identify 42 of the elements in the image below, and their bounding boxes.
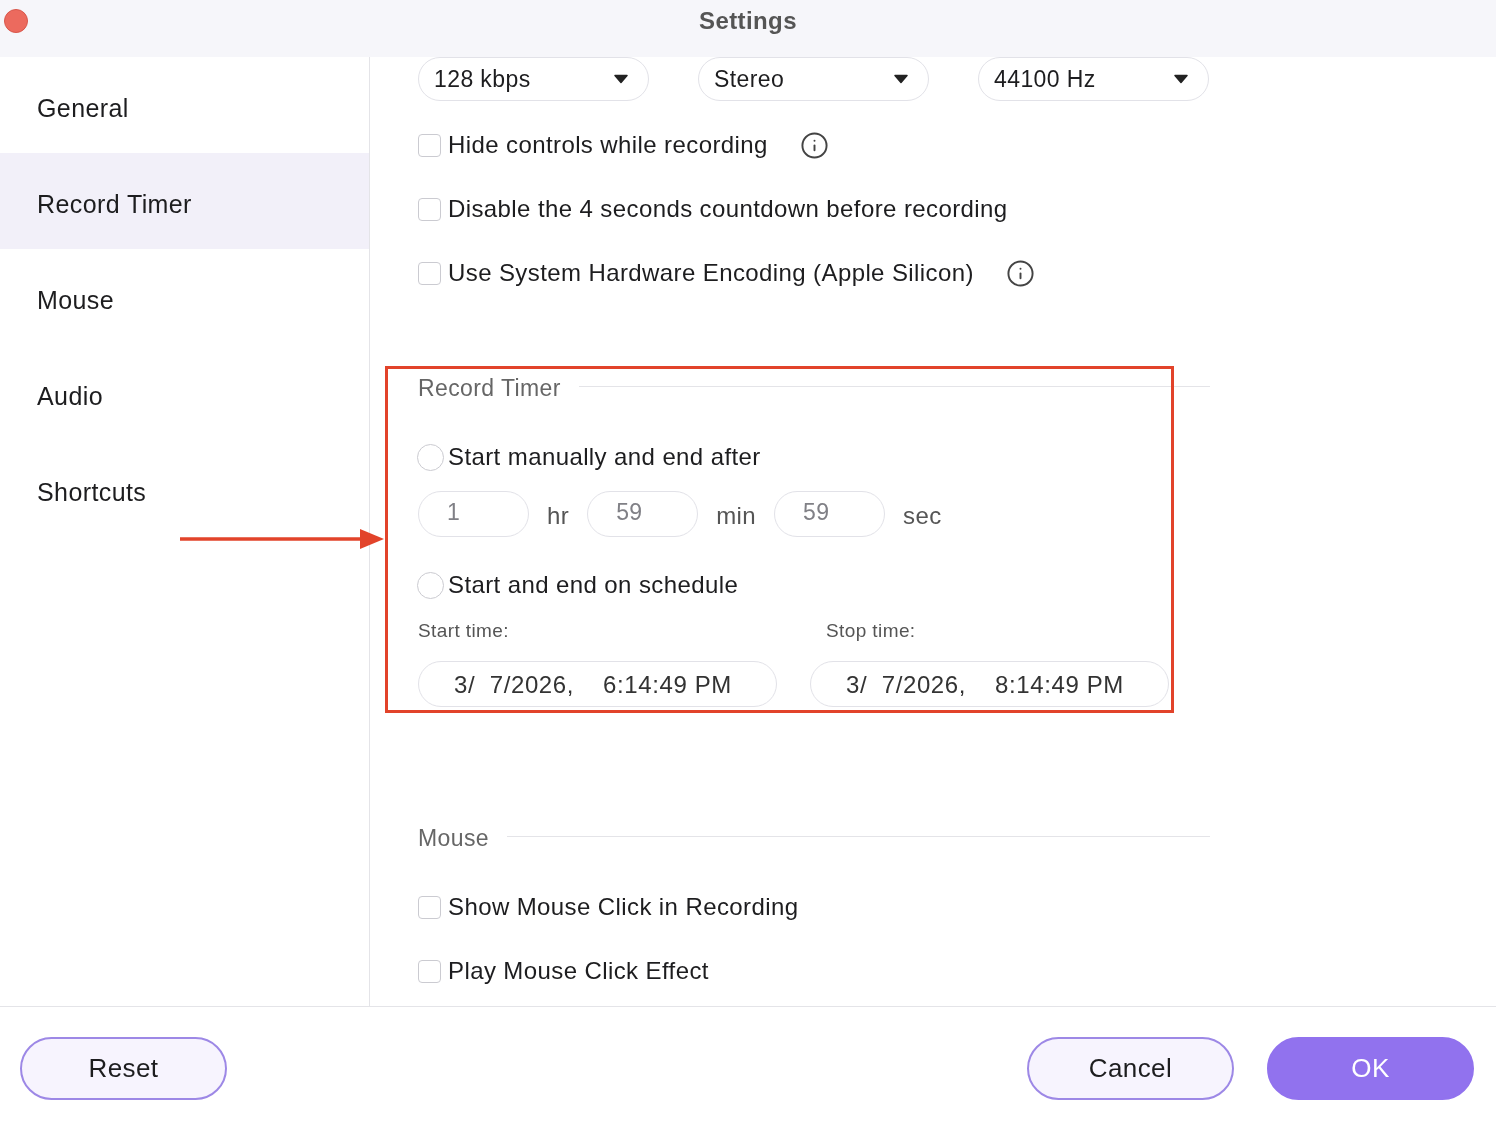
sidebar-item[interactable]: Record Timer	[0, 153, 369, 249]
window-title: Settings	[699, 7, 797, 35]
section-heading: Record Timer	[418, 374, 561, 402]
section-heading: Mouse	[418, 824, 490, 852]
caret-down-icon	[894, 74, 908, 84]
radio-button[interactable]	[417, 571, 444, 599]
option-label: Disable the 4 seconds countdown before recording	[448, 195, 1008, 223]
caret-down-icon	[614, 74, 628, 84]
option-label: Play Mouse Click Effect	[448, 957, 709, 985]
action-button[interactable]: Reset	[20, 1037, 227, 1100]
caret-down-icon	[1174, 74, 1188, 84]
radio-label: Start and end on schedule	[448, 571, 739, 599]
checkbox[interactable]	[418, 895, 441, 919]
action-button[interactable]: Cancel	[1027, 1037, 1234, 1100]
date-time-field[interactable]: 3/ 7/2026, 6:14:49 PM	[418, 661, 777, 707]
radio-label: Start manually and end after	[448, 443, 761, 471]
checkbox[interactable]	[418, 197, 441, 221]
info-icon[interactable]	[1005, 258, 1035, 288]
sidebar-item[interactable]: Mouse	[0, 249, 369, 345]
arrow-icon	[180, 529, 384, 549]
unit-label: sec	[903, 502, 942, 530]
confirm-button[interactable]: OK	[1267, 1037, 1474, 1100]
checkbox[interactable]	[418, 261, 441, 285]
unit-label: hr	[547, 502, 570, 530]
checkbox[interactable]	[418, 959, 441, 983]
field-label: Stop time:	[826, 619, 916, 643]
close-button[interactable]	[4, 9, 28, 33]
dropdown[interactable]: 44100 Hz	[978, 57, 1209, 101]
sidebar-item[interactable]: General	[0, 57, 369, 153]
option-label: Use System Hardware Encoding (Apple Silicon)	[448, 259, 974, 287]
option-label: Show Mouse Click in Recording	[448, 893, 799, 921]
sidebar-item[interactable]: Audio	[0, 345, 369, 441]
radio-button[interactable]	[417, 443, 444, 471]
sidebar-item[interactable]: Shortcuts	[0, 441, 369, 537]
info-icon[interactable]	[799, 130, 829, 160]
date-time-field[interactable]: 3/ 7/2026, 8:14:49 PM	[810, 661, 1169, 707]
checkbox[interactable]	[418, 133, 441, 157]
dropdown[interactable]: Stereo	[698, 57, 929, 101]
dropdown[interactable]: 128 kbps	[418, 57, 649, 101]
option-label: Hide controls while recording	[448, 131, 768, 159]
unit-label: min	[716, 502, 756, 530]
field-label: Start time:	[418, 619, 509, 643]
